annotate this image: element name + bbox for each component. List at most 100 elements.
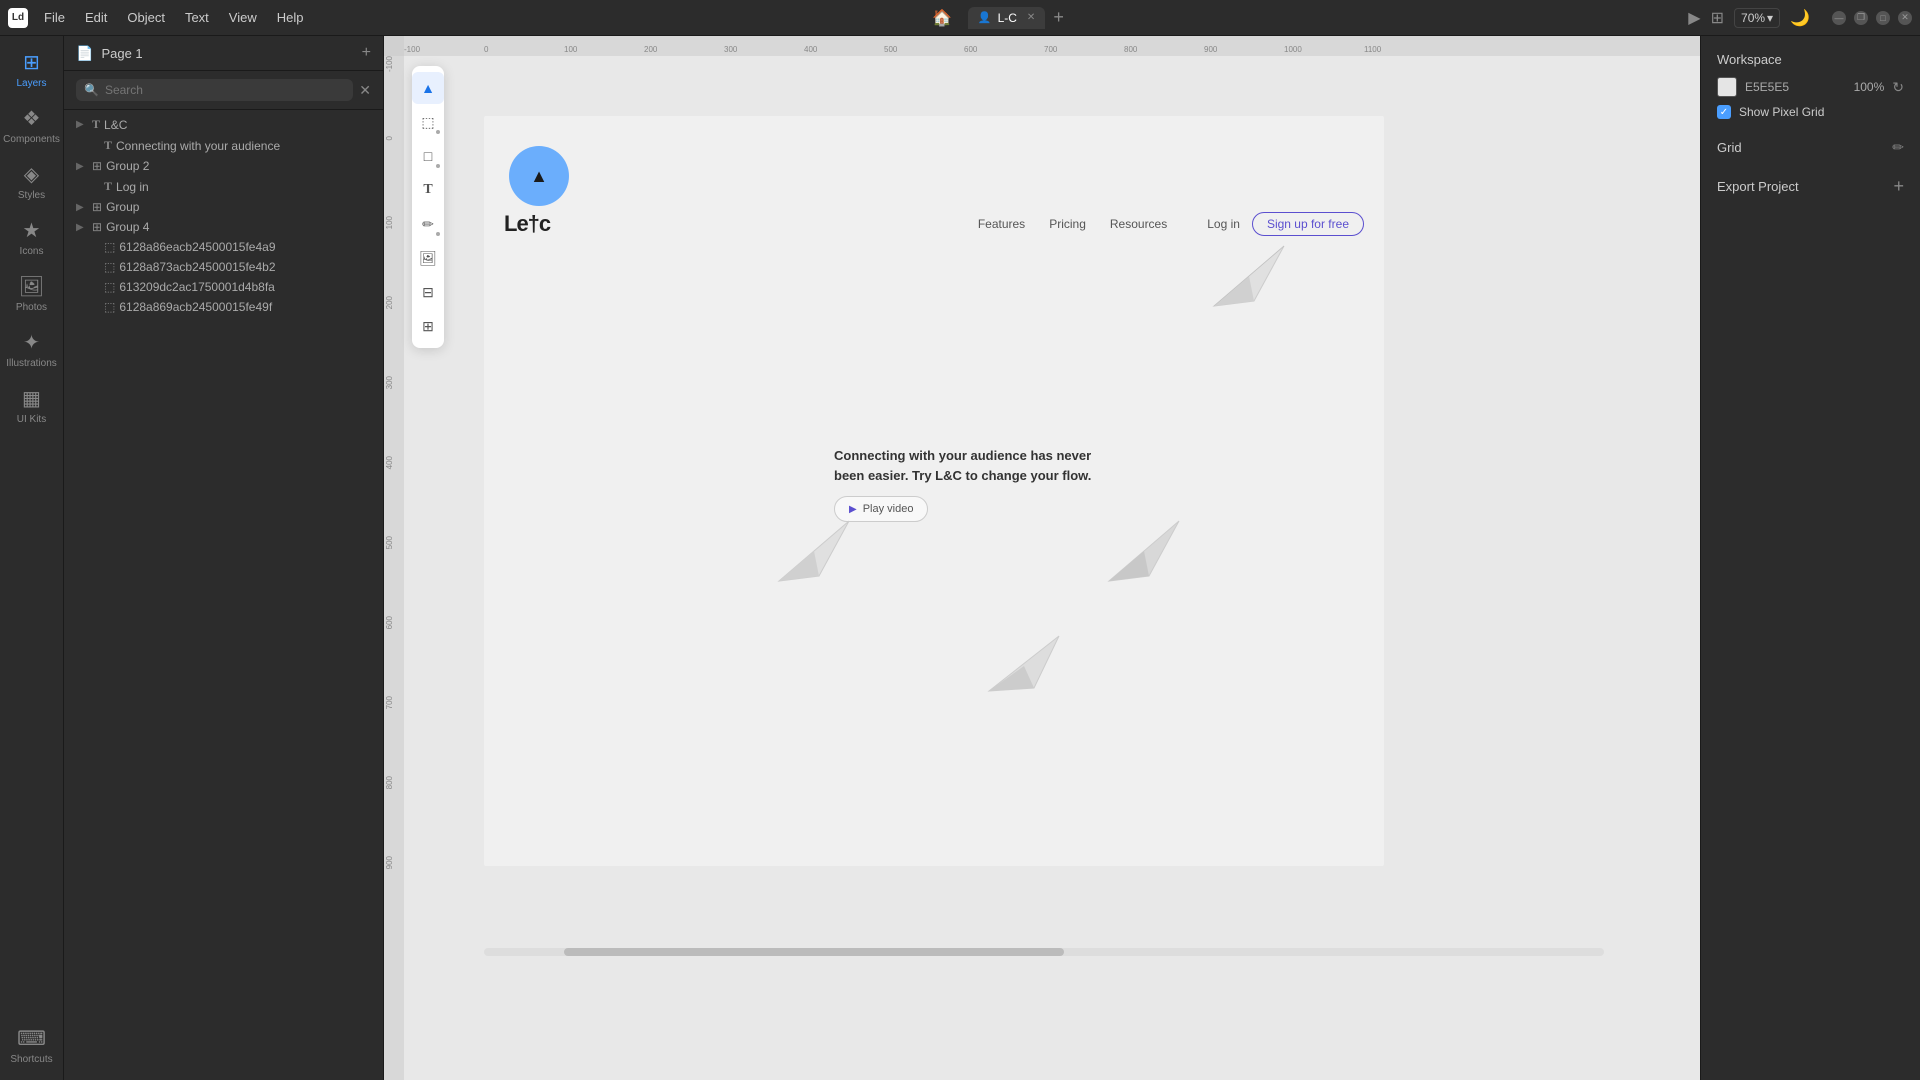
ruler-h-canvas: -100010020030040050060070080090010001100 (404, 36, 1700, 56)
ruler-h-tick: 200 (644, 45, 657, 54)
layer-item[interactable]: ▶⊞Group 4 (64, 217, 383, 237)
pen-tool[interactable]: ✏ (412, 208, 444, 240)
sidebar-item-photos[interactable]: 🖼 Photos (4, 268, 60, 320)
design-nav-links: Features Pricing Resources (978, 217, 1167, 231)
zoom-control[interactable]: 70% ▾ (1734, 8, 1780, 28)
menu-help[interactable]: Help (269, 8, 312, 27)
image-tool[interactable]: 🖼 (412, 242, 444, 274)
page-add-button[interactable]: + (362, 44, 371, 62)
layer-item[interactable]: ▶⊞Group (64, 197, 383, 217)
nav-features[interactable]: Features (978, 217, 1025, 231)
play-button[interactable]: ▶ (1688, 8, 1700, 28)
show-pixel-grid-label: Show Pixel Grid (1739, 105, 1824, 119)
main-layout: ⊞ Layers ❖ Components ◈ Styles ★ Icons 🖼… (0, 36, 1920, 1080)
workspace-refresh-icon[interactable]: ↻ (1892, 79, 1904, 96)
canvas-area[interactable]: -100010020030040050060070080090010001100… (384, 36, 1700, 1080)
tab-lc-close[interactable]: ✕ (1027, 12, 1035, 23)
layer-item[interactable]: T Log in (64, 176, 383, 197)
frame-tool[interactable]: ⬚ (412, 106, 444, 138)
workspace-color-row: E5E5E5 100% ↻ (1717, 77, 1904, 97)
home-button[interactable]: 🏠 (932, 8, 952, 28)
nav-pricing[interactable]: Pricing (1049, 217, 1086, 231)
layer-name-label: Log in (116, 180, 149, 194)
layer-name-label: 613209dc2ac1750001d4b8fa (119, 280, 274, 294)
paper-plane-4-svg (984, 626, 1064, 696)
illustrations-icon: ✦ (23, 330, 40, 355)
menu-edit[interactable]: Edit (77, 8, 115, 27)
ruler-v-tick: 800 (385, 776, 394, 789)
select-tool[interactable]: ▲ (412, 72, 444, 104)
ruler-h-tick: 300 (724, 45, 737, 54)
sidebar-item-illustrations[interactable]: ✦ Illustrations (4, 324, 60, 376)
layout-tool[interactable]: ⊟ (412, 276, 444, 308)
menu-text[interactable]: Text (177, 8, 217, 27)
layer-item[interactable]: ⬚6128a873acb24500015fe4b2 (64, 257, 383, 277)
sidebar-item-components[interactable]: ❖ Components (4, 100, 60, 152)
grid-view-button[interactable]: ⊞ (1711, 8, 1724, 28)
pen-icon: ✏ (422, 216, 434, 233)
layer-item[interactable]: ⬚613209dc2ac1750001d4b8fa (64, 277, 383, 297)
layer-item[interactable]: ▶⊞Group 2 (64, 156, 383, 176)
shortcuts-label: Shortcuts (10, 1054, 52, 1066)
tab-add-button[interactable]: + (1049, 7, 1068, 28)
grid-label: Grid (1717, 140, 1742, 155)
icons-icon: ★ (23, 218, 41, 243)
menu-view[interactable]: View (221, 8, 265, 27)
export-row: Export Project + (1717, 176, 1904, 197)
workspace-color-swatch[interactable] (1717, 77, 1737, 97)
sidebar-item-icons[interactable]: ★ Icons (4, 212, 60, 264)
zoom-value: 70% (1741, 11, 1765, 25)
frame-icon: ⬚ (421, 114, 434, 131)
paper-plane-2-svg (774, 506, 854, 586)
layers-icon: ⊞ (23, 50, 40, 75)
search-input[interactable] (105, 83, 345, 97)
maximize-button[interactable]: □ (1876, 11, 1890, 25)
shape-tool[interactable]: □ (412, 140, 444, 172)
sidebar-item-layers[interactable]: ⊞ Layers (4, 44, 60, 96)
close-button[interactable]: ✕ (1898, 11, 1912, 25)
show-pixel-grid-checkbox[interactable]: ✓ (1717, 105, 1731, 119)
menu-file[interactable]: File (36, 8, 73, 27)
ruler-v-tick: 300 (385, 376, 394, 389)
nav-resources[interactable]: Resources (1110, 217, 1167, 231)
image-icon: 🖼 (419, 250, 437, 267)
uikits-label: UI Kits (17, 414, 46, 426)
horizontal-scrollbar[interactable] (484, 948, 1604, 956)
sidebar-item-shortcuts[interactable]: ⌨ Shortcuts (4, 1020, 60, 1072)
paper-plane-1 (1204, 226, 1294, 321)
layer-item[interactable]: TConnecting with your audience (64, 135, 383, 156)
ruler-v-tick: 0 (385, 136, 394, 140)
workspace-opacity-value: 100% (1854, 80, 1885, 94)
minimize-button[interactable]: — (1832, 11, 1846, 25)
page-label: Page 1 (101, 46, 353, 61)
ruler-h-tick: 100 (564, 45, 577, 54)
restore-button[interactable]: ❐ (1854, 11, 1868, 25)
show-pixel-grid-row: ✓ Show Pixel Grid (1717, 105, 1904, 119)
text-type-icon: T (104, 179, 112, 194)
design-frame: ▲ Le†c Features Pricing Resources Log in… (484, 116, 1384, 866)
menu-object[interactable]: Object (119, 8, 173, 27)
canvas-content[interactable]: ▲ Le†c Features Pricing Resources Log in… (404, 56, 1700, 1080)
layer-item[interactable]: ▶TL&C (64, 114, 383, 135)
titlebar-right: ▶ ⊞ 70% ▾ 🌙 — ❐ □ ✕ (1688, 8, 1912, 28)
components-icon: ❖ (23, 106, 41, 131)
layer-item[interactable]: ⬚6128a86eacb24500015fe4a9 (64, 237, 383, 257)
workspace-hex-value: E5E5E5 (1745, 80, 1846, 94)
grid-edit-icon[interactable]: ✏ (1892, 139, 1904, 156)
workspace-title: Workspace (1717, 52, 1904, 67)
tab-lc[interactable]: 👤 L-C ✕ (968, 7, 1045, 29)
ruler-h-tick: 400 (804, 45, 817, 54)
dark-mode-button[interactable]: 🌙 (1790, 8, 1810, 28)
text-tool[interactable]: T (412, 174, 444, 206)
export-add-button[interactable]: + (1893, 176, 1904, 197)
sidebar-item-uikits[interactable]: ▦ UI Kits (4, 380, 60, 432)
sidebar-item-styles[interactable]: ◈ Styles (4, 156, 60, 208)
search-close-button[interactable]: ✕ (359, 82, 371, 99)
grid-tool[interactable]: ⊞ (412, 310, 444, 342)
ruler-v-tick: 200 (385, 296, 394, 309)
paper-plane-3-svg (1104, 506, 1184, 586)
illustrations-label: Illustrations (6, 358, 57, 370)
canvas-toolbar: ▲ ⬚ □ T ✏ 🖼 ⊟ ⊞ (412, 66, 444, 348)
layer-item[interactable]: ⬚6128a869acb24500015fe49f (64, 297, 383, 317)
photos-icon: 🖼 (19, 274, 44, 299)
